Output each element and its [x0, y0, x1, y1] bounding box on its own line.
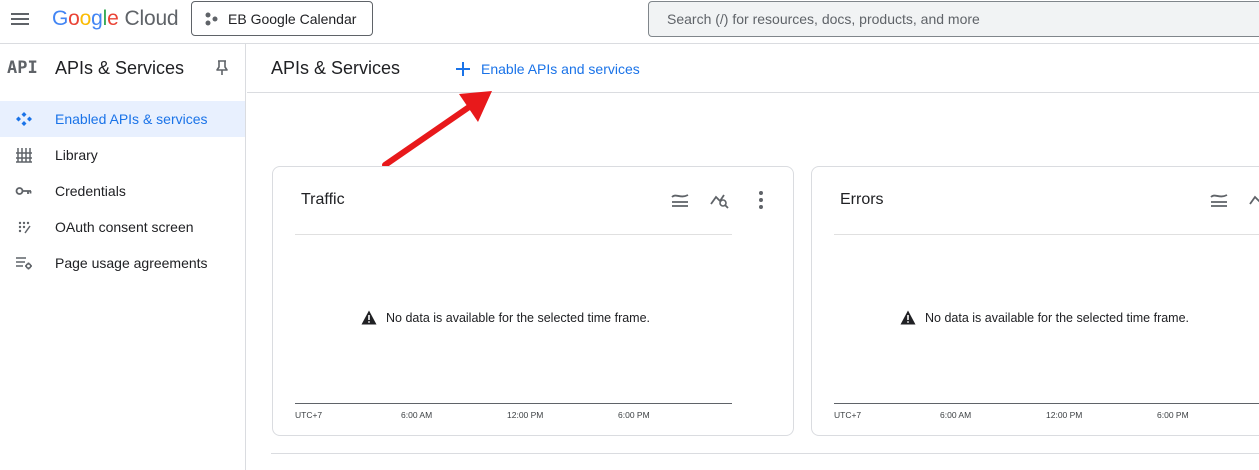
page-title: APIs & Services [271, 58, 401, 78]
sidebar-item-label: OAuth consent screen [55, 219, 194, 235]
key-icon [15, 187, 32, 195]
x-axis-line [834, 403, 1259, 404]
x-tick-label: 6:00 PM [618, 410, 650, 420]
x-tick-label: 6:00 PM [1157, 410, 1189, 420]
card-divider [295, 234, 732, 235]
logo-cloud-text: Cloud [124, 7, 179, 30]
section-divider [271, 453, 1259, 454]
logo-letter: e [107, 7, 119, 30]
errors-card: Errors No data is available for the sele… [811, 166, 1259, 436]
warning-icon [361, 310, 377, 325]
google-cloud-logo[interactable]: Google Cloud [52, 7, 179, 31]
sidebar: API APIs & Services Enabled APIs & servi… [0, 44, 246, 470]
card-title: Traffic [301, 191, 345, 208]
logo-letter: G [52, 7, 69, 30]
sidebar-item-oauth-consent[interactable]: OAuth consent screen [0, 209, 245, 245]
sidebar-item-label: Library [55, 147, 98, 163]
card-divider [834, 234, 1259, 235]
oauth-icon [18, 221, 31, 234]
sidebar-item-enabled-apis[interactable]: Enabled APIs & services [0, 101, 245, 137]
search-placeholder: Search (/) for resources, docs, products… [667, 11, 980, 27]
sidebar-title: APIs & Services [55, 58, 185, 78]
agreements-icon [16, 257, 32, 270]
search-input[interactable]: Search (/) for resources, docs, products… [648, 1, 1259, 37]
traffic-card: Traffic No data is available for the sel… [272, 166, 794, 436]
annotation-arrow-icon [382, 91, 492, 168]
library-icon [16, 148, 32, 163]
sidebar-item-label: Page usage agreements [55, 255, 208, 271]
x-tick-label: 12:00 PM [1046, 410, 1083, 420]
no-data-message: No data is available for the selected ti… [361, 310, 650, 325]
top-bar: Google Cloud EB Google Calendar Search (/… [0, 0, 1259, 44]
warning-icon [900, 310, 916, 325]
api-logo-icon: API [7, 58, 38, 78]
explore-chart-icon[interactable] [1248, 189, 1259, 211]
x-tick-label: UTC+7 [834, 410, 862, 420]
logo-letter: o [68, 7, 80, 30]
explore-chart-icon[interactable] [709, 189, 731, 211]
sidebar-nav: Enabled APIs & services Library Credenti… [0, 101, 245, 281]
pin-icon[interactable] [214, 59, 230, 77]
sidebar-item-library[interactable]: Library [0, 137, 245, 173]
logo-letter: g [91, 7, 103, 30]
enabled-apis-icon [16, 112, 32, 126]
x-tick-label: 6:00 AM [940, 410, 972, 420]
enable-apis-label: Enable APIs and services [481, 61, 640, 77]
sidebar-item-label: Credentials [55, 183, 126, 199]
project-hierarchy-icon [205, 12, 218, 25]
sidebar-header: API APIs & Services [0, 44, 245, 92]
logo-letter: o [79, 7, 92, 30]
plus-icon [455, 61, 471, 77]
no-data-message: No data is available for the selected ti… [900, 310, 1189, 325]
x-tick-label: 6:00 AM [401, 410, 433, 420]
project-picker-button[interactable]: EB Google Calendar [191, 1, 373, 36]
main-menu-icon[interactable] [10, 10, 30, 30]
enable-apis-button[interactable]: Enable APIs and services [455, 58, 640, 80]
no-data-text: No data is available for the selected ti… [925, 310, 1190, 325]
more-options-icon[interactable] [750, 189, 772, 211]
x-tick-label: UTC+7 [295, 410, 323, 420]
project-name: EB Google Calendar [228, 10, 357, 27]
x-tick-label: 12:00 PM [507, 410, 544, 420]
card-title: Errors [840, 191, 884, 208]
sidebar-item-page-usage-agreements[interactable]: Page usage agreements [0, 245, 245, 281]
no-data-text: No data is available for the selected ti… [386, 310, 651, 325]
x-axis-line [295, 403, 732, 404]
page-header: APIs & Services Enable APIs and services [247, 44, 1259, 93]
legend-toggle-icon[interactable] [1208, 189, 1230, 211]
sidebar-item-label: Enabled APIs & services [55, 111, 208, 127]
sidebar-item-credentials[interactable]: Credentials [0, 173, 245, 209]
legend-toggle-icon[interactable] [669, 189, 691, 211]
